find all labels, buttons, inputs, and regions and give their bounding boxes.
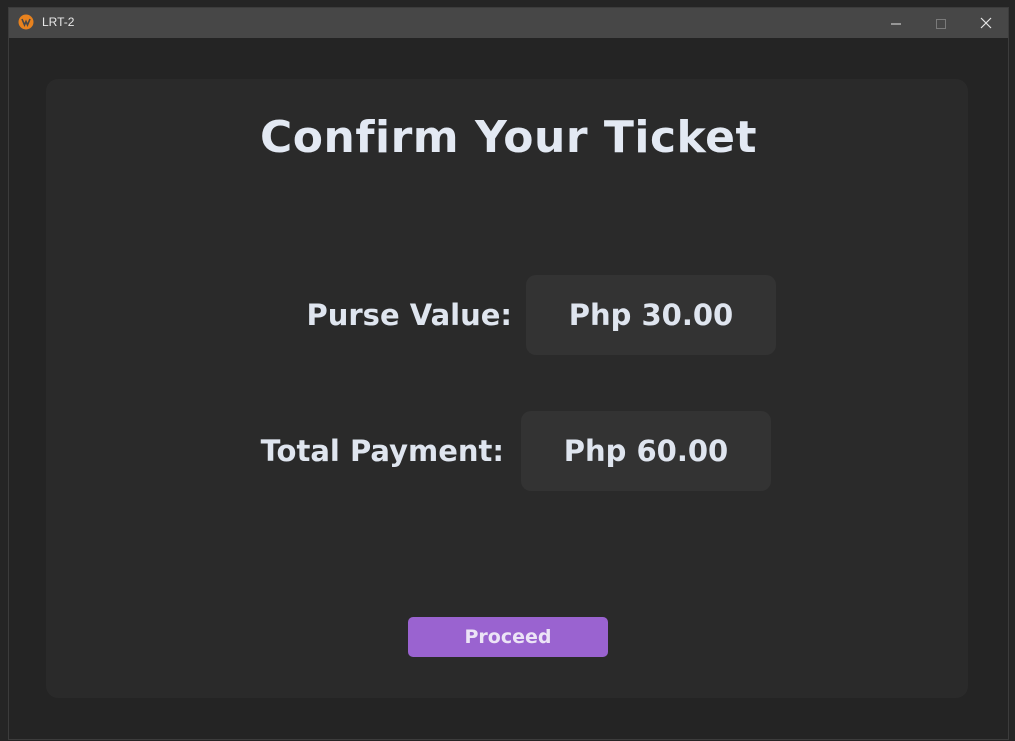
close-button[interactable] [963,8,1008,38]
minimize-button[interactable] [873,8,918,38]
total-payment-text: Php 60.00 [563,434,729,468]
page-title: Confirm Your Ticket [260,112,757,163]
purse-value-label: Purse Value: [306,298,512,332]
purse-value-display: Php 30.00 [526,275,776,355]
app-logo-icon [18,14,34,30]
minimize-icon [890,14,901,33]
purse-value-text: Php 30.00 [568,298,734,332]
close-icon [980,14,992,33]
total-payment-label: Total Payment: [260,434,504,468]
window-title: LRT-2 [42,15,75,29]
app-window: LRT-2 Confirm Your Ticket Purse Value: P… [8,7,1009,740]
maximize-button[interactable] [918,8,963,38]
maximize-icon [935,14,946,33]
proceed-button[interactable]: Proceed [408,617,608,657]
total-payment-display: Php 60.00 [521,411,771,491]
confirm-card: Confirm Your Ticket Purse Value: Php 30.… [46,79,968,698]
proceed-button-label: Proceed [464,626,552,648]
title-bar[interactable]: LRT-2 [9,8,1008,38]
